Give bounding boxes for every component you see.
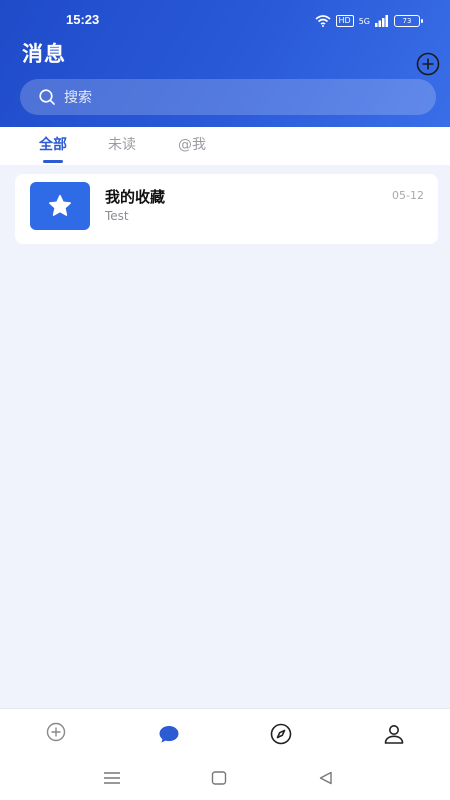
hd-badge: HD [335, 15, 354, 27]
signal-icon [375, 15, 388, 27]
nav-item-discover[interactable] [225, 709, 338, 759]
nav-item-add[interactable] [0, 709, 113, 759]
home-icon[interactable] [209, 770, 229, 786]
header: 15:23 HD 5G 73 消息 搜索 [0, 0, 450, 127]
star-icon [49, 194, 71, 216]
page-title: 消息 [22, 42, 66, 66]
chat-bubble-icon [159, 726, 179, 743]
back-icon[interactable] [316, 770, 336, 786]
nav-item-messages[interactable] [113, 709, 226, 759]
tab-mentions[interactable]: @我 [178, 127, 206, 165]
signal-label: 5G [358, 16, 370, 26]
search-placeholder: 搜索 [64, 90, 92, 106]
nav-item-profile[interactable] [338, 709, 450, 759]
add-circle-icon[interactable] [416, 52, 440, 76]
tab-bar: 全部 未读 @我 [0, 127, 450, 165]
conversation-title: 我的收藏 [105, 188, 166, 206]
plus-circle-icon [47, 722, 66, 742]
battery-icon: 73 [394, 15, 423, 27]
status-icons: HD 5G 73 [314, 14, 423, 28]
search-icon [39, 89, 55, 105]
status-time: 15:23 [66, 12, 100, 27]
conversation-item-favorites[interactable]: 我的收藏 Test 05-12 [15, 174, 438, 244]
tab-all[interactable]: 全部 [39, 127, 67, 165]
bottom-nav [0, 708, 450, 759]
conversation-preview: Test [105, 209, 129, 223]
conversation-date: 05-12 [392, 189, 424, 202]
tab-unread[interactable]: 未读 [108, 127, 136, 165]
conversation-list: 我的收藏 Test 05-12 [0, 165, 450, 708]
favorites-avatar [30, 182, 90, 230]
menu-icon[interactable] [102, 770, 122, 786]
user-icon [384, 725, 404, 744]
wifi-icon [314, 15, 331, 27]
search-bar[interactable]: 搜索 [20, 79, 436, 115]
compass-icon [270, 723, 292, 745]
